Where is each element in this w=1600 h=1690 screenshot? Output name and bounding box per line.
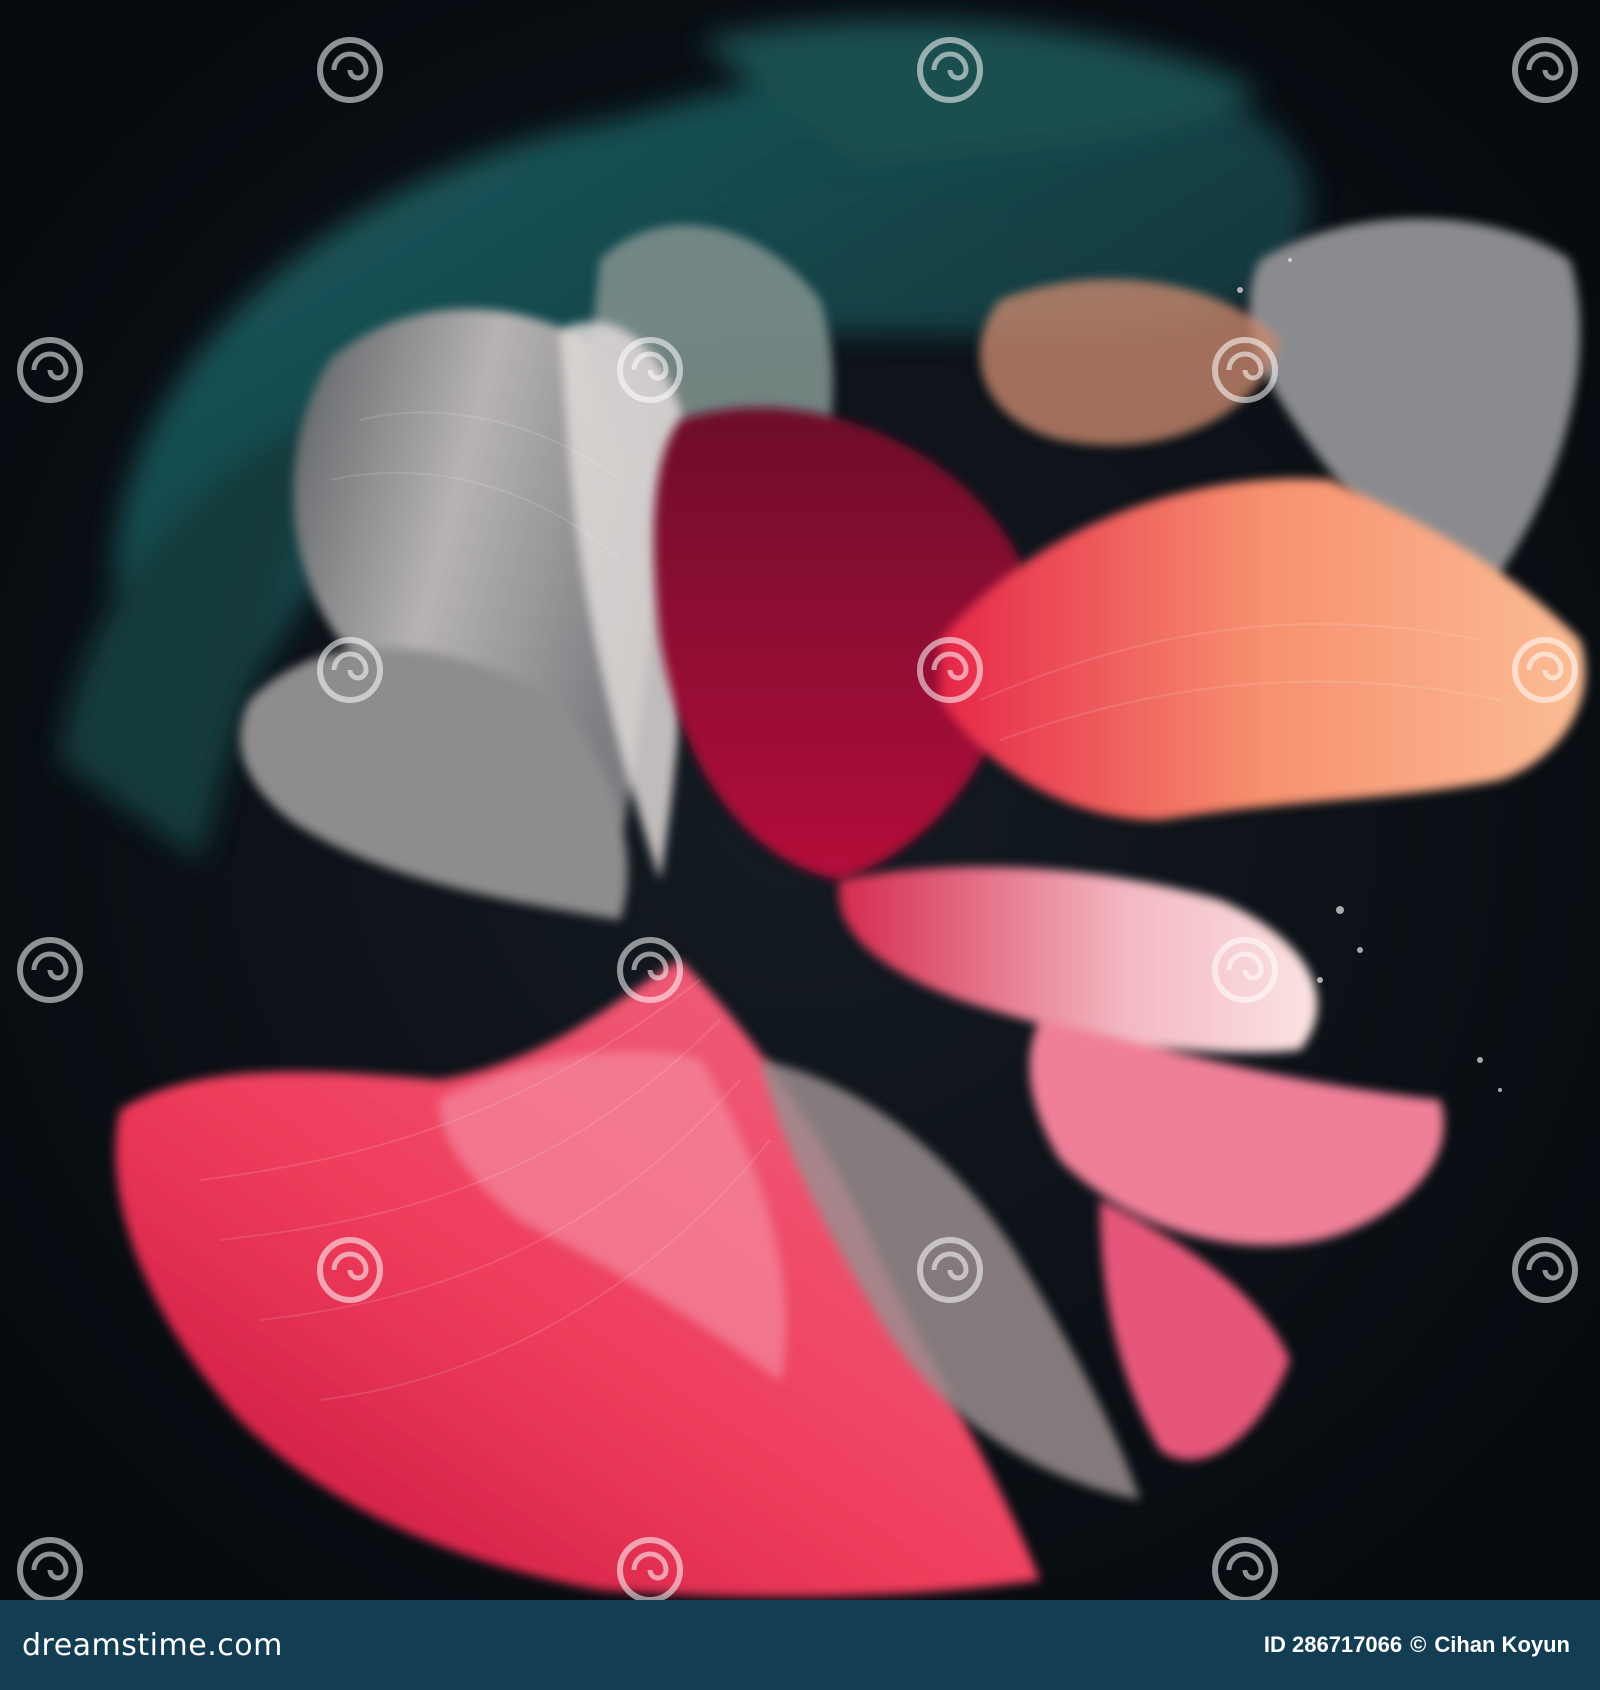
abstract-flower-painting bbox=[0, 0, 1600, 1600]
author-name: Cihan Koyun bbox=[1434, 1632, 1570, 1657]
site-logo[interactable]: dreamstime.com bbox=[22, 1628, 283, 1663]
image-credit: ID 286717066 © Cihan Koyun bbox=[1264, 1632, 1570, 1658]
image-credit-bar: dreamstime.com ID 286717066 © Cihan Koyu… bbox=[0, 1600, 1600, 1690]
stock-image-frame: dreamstime.com ID 286717066 © Cihan Koyu… bbox=[0, 0, 1600, 1690]
image-id: ID 286717066 bbox=[1263, 1632, 1403, 1657]
copyright-symbol: © bbox=[1410, 1632, 1427, 1657]
